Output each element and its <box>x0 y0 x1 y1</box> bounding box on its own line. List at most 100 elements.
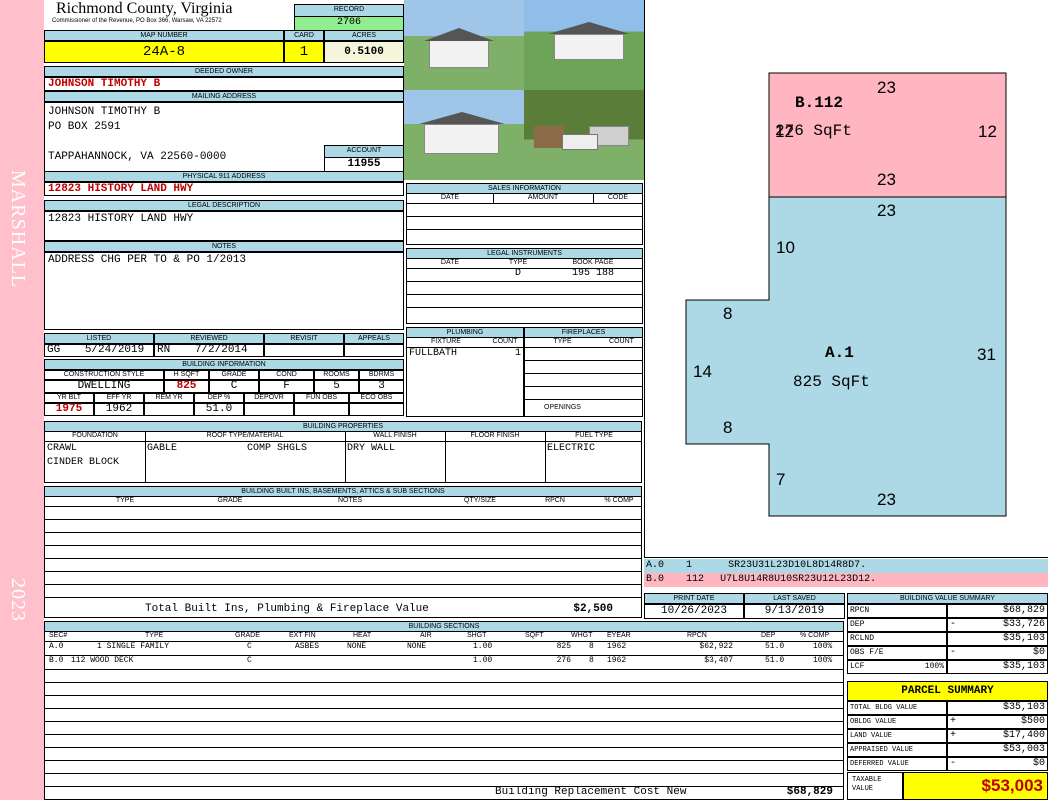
li-type: D <box>514 268 521 279</box>
vs-lcf-pct: 100% <box>924 662 944 671</box>
vs-lcf-label: LCF <box>850 662 865 671</box>
mailing-address-label: MAILING ADDRESS <box>44 91 404 102</box>
appeals-label: APPEALS <box>344 333 404 344</box>
h-rooms: ROOMS <box>314 370 359 380</box>
foundation-1: CRAWL <box>47 443 78 454</box>
sketch-panel: B.112 276 SqFt 23 12 12 23 A.1 825 SqFt … <box>644 0 1048 558</box>
county-title: Richmond County, Virginia <box>56 0 233 17</box>
house-area: 825 SqFt <box>793 373 870 391</box>
year-built: 1975 <box>44 403 94 416</box>
listed-label: LISTED <box>44 333 154 344</box>
deck-dim-bottom: 23 <box>877 170 896 189</box>
vs-rpcn: $68,829 <box>947 604 1048 618</box>
bedrooms: 3 <box>359 380 404 393</box>
h-dep: DEP % <box>194 393 244 403</box>
sec-h-type: TYPE <box>145 632 164 639</box>
ps-deferred: $0 <box>1032 758 1045 769</box>
vs-obs-sign: - <box>950 647 957 658</box>
sec-b-whgt: 8 <box>589 656 594 665</box>
house-dim-right: 31 <box>977 345 996 364</box>
house-dim-bottom: 23 <box>877 490 896 509</box>
acres-label: ACRES <box>324 30 404 41</box>
li-book-page: 195 188 <box>571 268 614 279</box>
li-h-type: TYPE <box>508 259 528 266</box>
sec-h-sec: SEC# <box>49 632 68 639</box>
building-value-summary: BUILDING VALUE SUMMARY RPCN $68,829 DEP … <box>847 593 1048 674</box>
plumbing-fixture: FULLBATH <box>409 348 458 359</box>
sec-b-dep: 51.0 <box>765 656 785 665</box>
sec-h-eyear: EYEAR <box>607 632 631 639</box>
sec-h-dep: DEP <box>761 632 776 639</box>
sec-a-type: 1 SINGLE FAMILY <box>97 642 170 651</box>
building-information: BUILDING INFORMATION CONSTRUCTION STYLE … <box>44 359 404 419</box>
sec-b-type: 112 WOOD DECK <box>71 656 134 665</box>
h-yrblt: YR BLT <box>44 393 94 403</box>
vs-lcf: $35,103 <box>947 660 1048 674</box>
review-info: LISTED REVIEWED REVISIT APPEALS GG 5/24/… <box>44 333 404 357</box>
h-construction: CONSTRUCTION STYLE <box>44 370 164 380</box>
ps-deferred-cell: - $0 <box>947 757 1048 771</box>
replacement-label: Building Replacement Cost New <box>495 786 687 798</box>
fireplaces-label: FIREPLACES <box>524 327 643 338</box>
plumbing-label: PLUMBING <box>406 327 524 338</box>
ps-obldg-label: OBLDG VALUE <box>847 715 947 729</box>
sec-h-grade: GRADE <box>235 632 260 639</box>
plumbing-h-fixture: FIXTURE <box>431 338 461 345</box>
ps-land-cell: + $17,400 <box>947 729 1048 743</box>
properties-label: BUILDING PROPERTIES <box>44 421 642 432</box>
plumbing-grid: FIXTURE COUNT FULLBATH 1 <box>406 338 524 417</box>
roof-type: GABLE <box>147 443 178 454</box>
builtins-total: $2,500 <box>573 603 613 615</box>
deck-dim-left: 12 <box>775 122 794 141</box>
sketch-code-a: A.0 1 SR23U31L23D10L8D14R8D7. <box>644 559 1048 573</box>
ps-land: $17,400 <box>1002 730 1045 741</box>
li-h-book: BOOK PAGE <box>572 259 614 266</box>
sec-a-comp: 100% <box>813 642 833 651</box>
fireplaces-openings: OPENINGS <box>544 404 581 411</box>
h-sqft: H SQFT <box>164 370 209 380</box>
sec-b-sqft: 276 <box>556 656 571 665</box>
tax-year: 2023 <box>7 578 29 622</box>
listed-cell: GG 5/24/2019 <box>44 344 154 357</box>
physical-address: 12823 HISTORY LAND HWY <box>44 182 404 196</box>
sec-b-eyear: 1962 <box>607 656 627 665</box>
ps-appraised-label: APPRAISED VALUE <box>847 743 947 757</box>
dep-override <box>244 403 294 416</box>
ps-land-sign: + <box>950 730 957 741</box>
h-wall: WALL FINISH <box>373 432 417 439</box>
h-depovr: DEPOVR <box>244 393 294 403</box>
vs-rclnd-label: RCLND <box>847 632 947 646</box>
county-header: Richmond County, Virginia Commissioner o… <box>44 0 294 30</box>
reviewed-date: 7/2/2014 <box>194 344 248 356</box>
district-sidebar: MARSHALL 2023 <box>0 0 44 800</box>
plumbing-h-count: COUNT <box>492 338 518 345</box>
h-bdrms: BDRMS <box>359 370 404 380</box>
appeals-cell <box>344 344 404 357</box>
plumbing-count: 1 <box>514 348 521 359</box>
foundation-2: CINDER BLOCK <box>47 457 120 468</box>
vs-rclnd: $35,103 <box>947 632 1048 646</box>
sec-h-sqft: SQFT <box>525 632 544 639</box>
building-info-label: BUILDING INFORMATION <box>44 359 404 370</box>
h-roof: ROOF TYPE/MATERIAL <box>206 432 284 439</box>
last-saved: 9/13/2019 <box>744 604 845 619</box>
house-photo-1 <box>404 0 524 90</box>
house-dim-left-mid: 14 <box>693 362 712 381</box>
ps-obldg: $500 <box>1020 716 1045 727</box>
sec-a-shgt: 1.00 <box>473 642 493 651</box>
sec-a-heat: NONE <box>347 642 367 651</box>
value-summary-label: BUILDING VALUE SUMMARY <box>847 593 1048 604</box>
sketch-code-b: B.0 112 U7L8U14R8U10SR23U12L23D12. <box>644 573 1048 587</box>
legal-instruments-grid: DATE TYPE BOOK PAGE D 195 188 <box>406 259 643 324</box>
legal-instruments: LEGAL INSTRUMENTS DATE TYPE BOOK PAGE D … <box>406 248 643 324</box>
fuel-type: ELECTRIC <box>547 443 596 454</box>
listed-date: 5/24/2019 <box>84 344 145 356</box>
vs-dep: $33,726 <box>1002 619 1045 630</box>
vs-lcf-label-cell: LCF 100% <box>847 660 947 674</box>
sec-a-whgt: 8 <box>589 642 594 651</box>
sec-a-eyear: 1962 <box>607 642 627 651</box>
sec-h-comp: % COMP <box>800 632 830 639</box>
floor-plan-sketch <box>685 72 1007 517</box>
house-dim-left-lower: 7 <box>776 470 786 489</box>
notes-label: NOTES <box>44 241 404 252</box>
